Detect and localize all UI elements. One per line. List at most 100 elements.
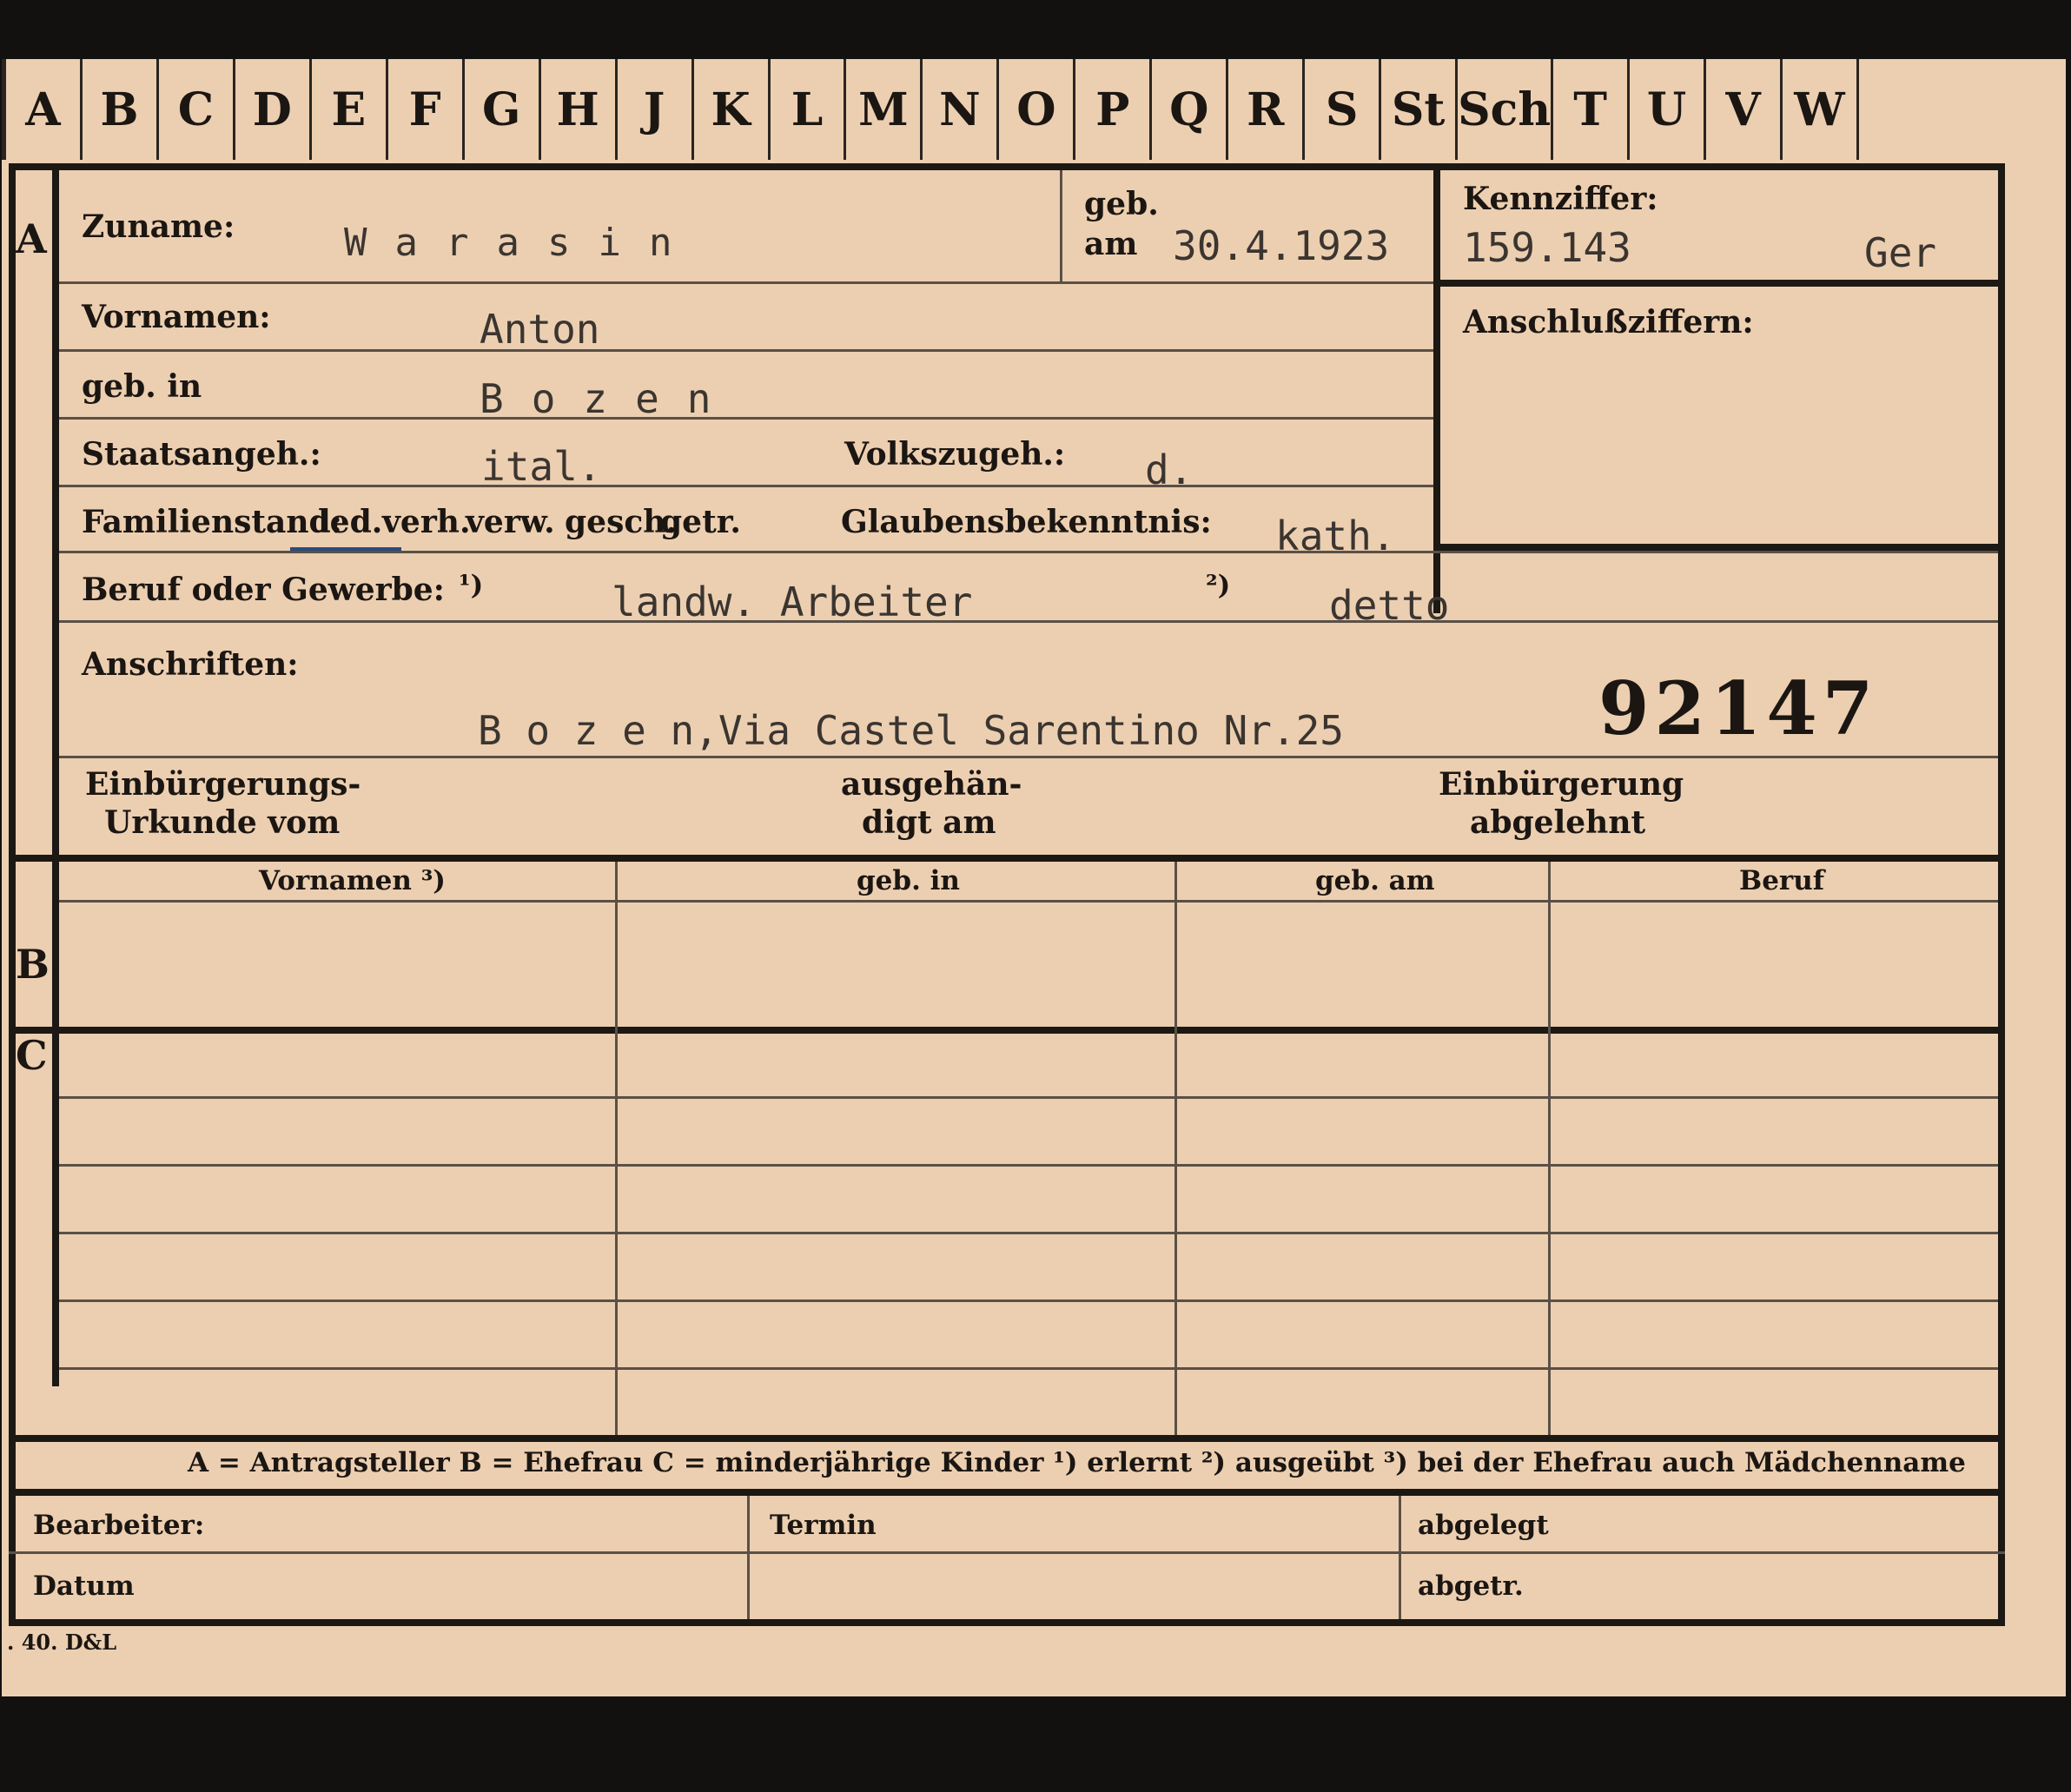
row-line [59,620,1998,623]
beruf-erlernt-value: landw. Arbeiter [612,579,973,625]
table-header-vornamen: Vornamen ³) [259,865,446,896]
zuname-value: Warasin [344,221,700,265]
termin-label: Termin [770,1510,877,1541]
beruf-note-1: ¹) [459,570,484,601]
table-header-line [59,900,1998,903]
section-letter-b: B [16,941,50,988]
familienstand-option-verw: verw. [466,504,555,540]
child-row-line [59,1164,1998,1167]
alphabet-tab-u[interactable]: U [1630,59,1707,160]
familienstand-option-led: led. [318,504,383,540]
zuname-label: Zuname: [82,208,235,245]
section-a-b-separator [9,855,2005,862]
staatsangehoerigkeit-value: ital. [481,443,602,490]
alphabet-tab-b[interactable]: B [83,59,159,160]
alphabet-tab-t[interactable]: T [1553,59,1631,160]
child-row-line [59,1232,1998,1234]
legend-top-line [9,1435,2005,1442]
alphabet-tab-d[interactable]: D [235,59,312,160]
alphabet-tab-o[interactable]: O [999,59,1076,160]
row-line [59,281,1433,284]
registration-card: A B C D E F G H J K L M N O P Q R S St Sch T U V W A B C Zuname… [2,59,2066,1696]
legend-text: A = Antragsteller B = Ehefrau C = minder… [188,1447,1966,1478]
alphabet-tab-q[interactable]: Q [1152,59,1229,160]
familienstand-underline [290,547,401,551]
anschrift-value: B o z e n,Via Castel Sarentino Nr.25 [478,707,1344,754]
volkszugehoerigkeit-value: d. [1145,446,1194,493]
table-column-line [1548,862,1551,1435]
geb-am-divider [1060,170,1062,281]
abgelegt-label: abgelegt [1418,1510,1549,1541]
table-header-geb-in: geb. in [857,865,960,896]
glaubensbekenntnis-label: Glaubensbekenntnis: [841,504,1212,540]
datum-label: Datum [33,1570,135,1602]
anschriften-label: Anschriften: [82,646,299,683]
alphabet-tab-g[interactable]: G [465,59,541,160]
footer-column-line [1399,1496,1401,1619]
alphabet-tab-strip: A B C D E F G H J K L M N O P Q R S St Sch T U V W [2,59,1859,160]
footer-column-line [747,1496,750,1619]
volkszugehoerigkeit-label: Volkszugeh.: [844,436,1066,473]
ausgehaendigt-label-line1: ausgehän- [841,766,1022,803]
kennziffer-label: Kennziffer: [1463,181,1658,217]
alphabet-tab-sch[interactable]: Sch [1458,59,1554,160]
bearbeiter-label: Bearbeiter: [33,1510,205,1541]
familienstand-option-getr: getr. [660,504,741,540]
anschlussziffern-label: Anschlußziffern: [1463,304,1754,341]
familienstand-label: Familienstand: [82,504,342,540]
alphabet-tab-j[interactable]: J [618,59,694,160]
alphabet-tab-p[interactable]: P [1075,59,1153,160]
kennziffer-suffix: Ger [1864,229,1937,276]
alphabet-tab-c[interactable]: C [159,59,235,160]
kennziffer-value: 159.143 [1463,224,1631,271]
alphabet-tab-w[interactable]: W [1783,59,1859,160]
vornamen-label: Vornamen: [82,299,271,335]
beruf-ausgeuebt-value: detto [1329,582,1450,629]
child-row-line [59,1299,1998,1302]
kennziffer-box-bottom [1433,544,1998,551]
table-header-geb-am: geb. am [1315,865,1435,896]
einbuergerungs-urkunde-label-line2: Urkunde vom [104,804,341,841]
table-header-beruf: Beruf [1739,865,1825,896]
row-line [59,551,1998,553]
alphabet-tab-k[interactable]: K [694,59,771,160]
alphabet-tab-a[interactable]: A [2,59,83,160]
abgetragen-label: abgetr. [1418,1570,1524,1602]
table-column-line [1174,862,1177,1435]
einbuergerung-abgelehnt-label-line1: Einbürgerung [1439,766,1684,803]
einbuergerung-abgelehnt-label-line2: abgelehnt [1470,804,1646,841]
alphabet-tab-l[interactable]: L [771,59,847,160]
section-column-divider [52,170,59,1386]
alphabet-tab-r[interactable]: R [1228,59,1306,160]
beruf-note-2: ²) [1206,570,1231,601]
row-line [59,485,1433,487]
einbuergerungs-urkunde-label-line1: Einbürgerungs- [85,766,361,803]
stamp-number: 92147 [1598,665,1879,751]
alphabet-tab-n[interactable]: N [923,59,1000,160]
geb-in-label: geb. in [82,368,202,405]
section-letter-a: A [16,215,47,262]
alphabet-tab-h[interactable]: H [541,59,618,160]
geb-in-value: Bozen [480,375,739,422]
alphabet-tab-st[interactable]: St [1381,59,1459,160]
child-row-line [59,1096,1998,1099]
printer-imprint: . 40. D&L [7,1630,117,1655]
alphabet-tab-e[interactable]: E [312,59,388,160]
alphabet-tab-m[interactable]: M [846,59,923,160]
child-row-line [59,1367,1998,1370]
glaubensbekenntnis-value: kath. [1275,512,1396,559]
vornamen-value: Anton [480,306,600,353]
section-b-c-separator [9,1027,2005,1034]
alphabet-tab-f[interactable]: F [388,59,465,160]
am-label: am [1084,226,1138,262]
alphabet-tab-v[interactable]: V [1706,59,1783,160]
row-line [59,349,1433,352]
row-line [59,756,1998,758]
staatsangehoerigkeit-label: Staatsangeh.: [82,436,321,473]
ausgehaendigt-label-line2: digt am [862,804,996,841]
alphabet-tab-s[interactable]: S [1305,59,1382,160]
beruf-label: Beruf oder Gewerbe: [82,572,445,608]
footer-row-line [9,1551,2005,1554]
section-letter-c: C [16,1032,48,1079]
familienstand-option-verh: verh. [382,504,471,540]
